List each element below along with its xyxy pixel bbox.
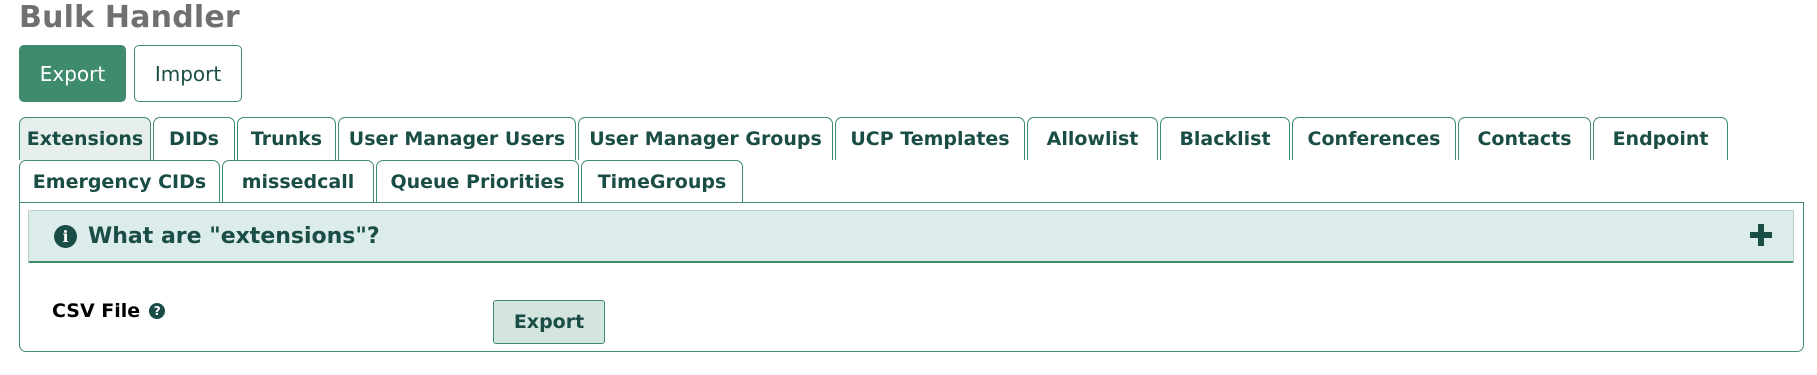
tab-trunks[interactable]: Trunks <box>237 117 336 160</box>
tabs-row-1: Extensions DIDs Trunks User Manager User… <box>19 117 1728 160</box>
info-bar-text: What are "extensions"? <box>88 223 380 249</box>
tab-blacklist[interactable]: Blacklist <box>1160 117 1290 160</box>
tab-ucp-templates[interactable]: UCP Templates <box>835 117 1025 160</box>
tabs-row-2: Emergency CIDs missedcall Queue Prioriti… <box>19 160 743 203</box>
tab-dids[interactable]: DIDs <box>153 117 235 160</box>
tab-content-panel: i What are "extensions"? CSV File ? Expo… <box>19 202 1804 352</box>
bulk-handler-page: Bulk Handler Export Import Extensions DI… <box>0 0 1817 375</box>
tab-queue-priorities[interactable]: Queue Priorities <box>376 160 579 203</box>
page-title: Bulk Handler <box>19 0 240 35</box>
info-accordion-header[interactable]: i What are "extensions"? <box>28 210 1794 263</box>
tab-allowlist[interactable]: Allowlist <box>1027 117 1158 160</box>
csv-file-label: CSV File <box>52 300 141 322</box>
tab-user-manager-groups[interactable]: User Manager Groups <box>578 117 833 160</box>
csv-file-label-row: CSV File ? <box>52 300 166 322</box>
plus-icon[interactable] <box>1747 221 1775 249</box>
tab-timegroups[interactable]: TimeGroups <box>581 160 743 203</box>
tab-endpoint[interactable]: Endpoint <box>1593 117 1728 160</box>
mode-toggle-group: Export Import <box>19 45 242 102</box>
csv-export-button[interactable]: Export <box>493 300 605 344</box>
tab-contacts[interactable]: Contacts <box>1458 117 1591 160</box>
tab-conferences[interactable]: Conferences <box>1292 117 1456 160</box>
tab-user-manager-users[interactable]: User Manager Users <box>338 117 576 160</box>
export-mode-button[interactable]: Export <box>19 45 126 102</box>
tab-emergency-cids[interactable]: Emergency CIDs <box>19 160 220 203</box>
tab-extensions[interactable]: Extensions <box>19 117 151 160</box>
info-circle-icon: i <box>54 224 77 248</box>
question-circle-icon[interactable]: ? <box>149 303 166 319</box>
import-mode-button[interactable]: Import <box>134 45 242 102</box>
tab-missedcall[interactable]: missedcall <box>222 160 374 203</box>
